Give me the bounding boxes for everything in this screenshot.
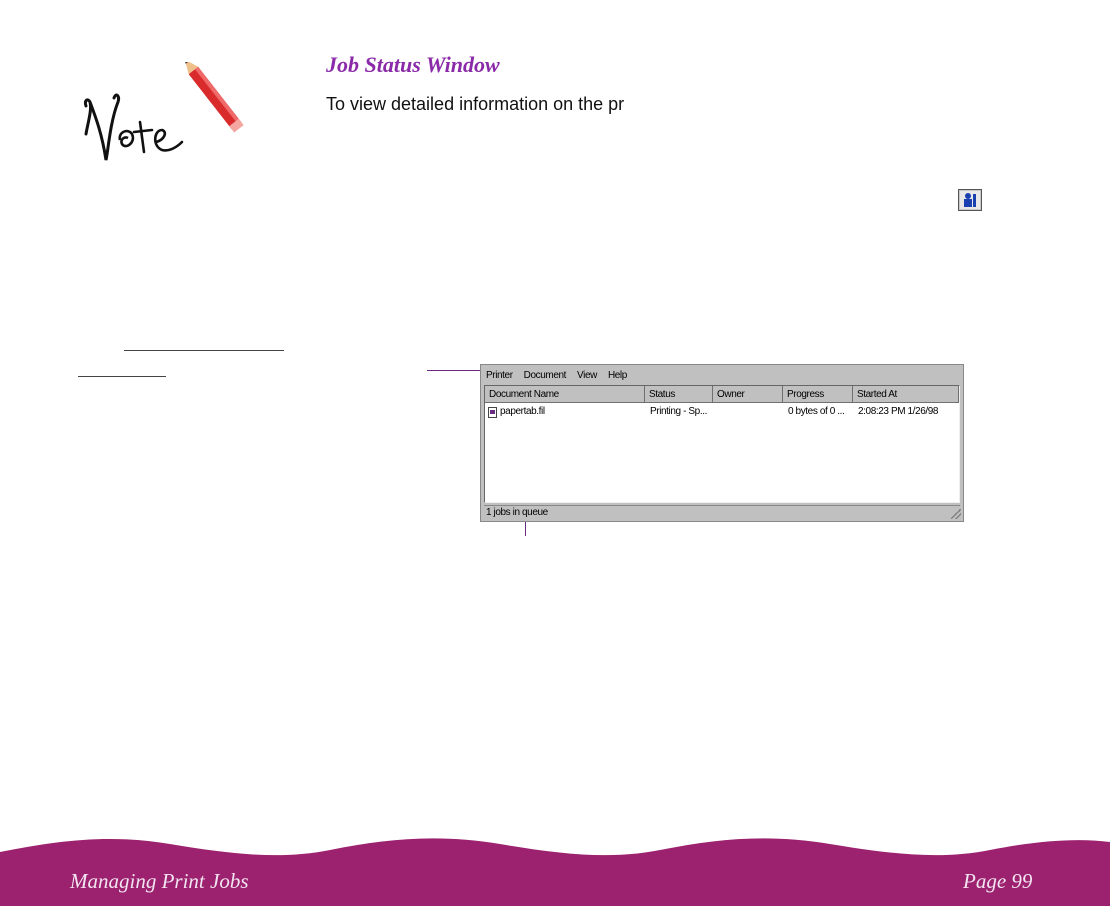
intro-text: To view detailed information on the pr: [326, 94, 625, 114]
document-icon: [488, 407, 497, 418]
row-progress: 0 bytes of 0 ...: [788, 406, 845, 417]
resize-grip-icon[interactable]: [951, 509, 961, 519]
footer-band: [0, 830, 1110, 906]
footer-chapter-title: Managing Print Jobs: [70, 869, 249, 893]
menu-bar: Printer Document View Help: [485, 367, 628, 383]
menu-help[interactable]: Help: [607, 370, 628, 381]
print-queue-window: Printer Document View Help Document Name…: [480, 364, 964, 522]
row-started-at: 2:08:23 PM 1/26/98: [858, 406, 939, 417]
column-header-status[interactable]: Status: [645, 386, 713, 403]
row-status: Printing - Sp...: [650, 406, 707, 417]
column-header-progress[interactable]: Progress: [783, 386, 853, 403]
row-document-name: papertab.fil: [500, 406, 545, 417]
menu-view[interactable]: View: [576, 370, 598, 381]
column-header-document-name[interactable]: Document Name: [485, 386, 645, 403]
status-bar: 1 jobs in queue: [484, 505, 960, 519]
note-rule-line: [124, 350, 284, 351]
footer-page-number: Page 99: [963, 869, 1033, 893]
column-header-started-at[interactable]: Started At: [853, 386, 959, 403]
note-pencil-icon: [84, 62, 244, 161]
printer-info-icon: [958, 189, 982, 211]
section-title: Job Status Window: [326, 52, 500, 77]
note-rule-line: [78, 376, 166, 377]
column-header-owner[interactable]: Owner: [713, 386, 783, 403]
menu-printer[interactable]: Printer: [485, 370, 514, 381]
row-owner: [718, 405, 780, 419]
job-list[interactable]: Document Name Status Owner Progress Star…: [484, 385, 960, 503]
menu-document[interactable]: Document: [523, 370, 567, 381]
